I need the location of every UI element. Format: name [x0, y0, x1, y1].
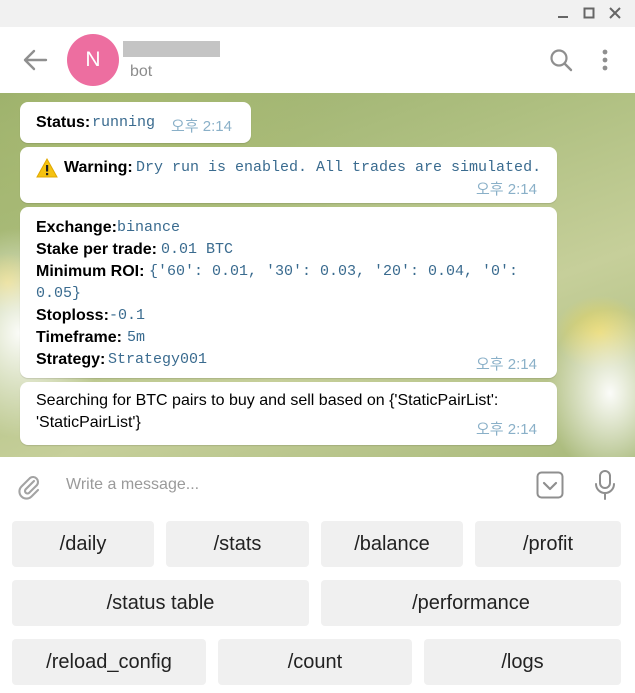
microphone-icon[interactable] — [592, 469, 618, 501]
exchange-label: Exchange: — [36, 219, 117, 236]
message-status: Status: running 오후 2:14 — [20, 102, 251, 143]
message-time: 오후 2:14 — [476, 356, 537, 373]
warning-text: Dry run is enabled. All trades are simul… — [136, 159, 542, 176]
warning-label: Warning: — [64, 159, 133, 176]
bot-keyboard-icon[interactable] — [535, 470, 565, 500]
command-button-count[interactable]: /count — [218, 639, 412, 685]
chat-header: N bot — [0, 27, 635, 93]
message-time: 오후 2:14 — [171, 118, 232, 135]
message-time: 오후 2:14 — [476, 181, 537, 198]
message-search: Searching for BTC pairs to buy and sell … — [20, 382, 557, 445]
roi-value-line1: {'60': 0.01, '30': 0.03, '20': 0.04, '0'… — [149, 263, 519, 280]
message-input[interactable]: Write a message... — [66, 476, 199, 494]
status-value: running — [92, 114, 156, 131]
close-icon[interactable] — [604, 2, 626, 24]
exchange-value: binance — [117, 219, 181, 236]
stake-value: 0.01 BTC — [161, 241, 234, 258]
timeframe-label: Timeframe: — [36, 329, 122, 346]
stoploss-label: Stoploss: — [36, 307, 109, 324]
maximize-icon[interactable] — [578, 2, 600, 24]
minimize-icon[interactable] — [552, 2, 574, 24]
stoploss-value: -0.1 — [109, 307, 146, 324]
command-button-logs[interactable]: /logs — [424, 639, 621, 685]
strategy-label: Strategy: — [36, 351, 106, 368]
more-vertical-icon[interactable] — [594, 47, 616, 73]
command-button-daily[interactable]: /daily — [12, 521, 154, 567]
stake-label: Stake per trade: — [36, 241, 157, 258]
warning-icon — [36, 157, 58, 179]
avatar[interactable]: N — [67, 34, 119, 86]
avatar-letter: N — [85, 48, 101, 71]
search-icon[interactable] — [548, 47, 574, 73]
back-arrow-icon[interactable] — [20, 46, 50, 74]
message-composer: Write a message... — [0, 457, 635, 514]
roi-label: Minimum ROI: — [36, 263, 145, 280]
redacted-chat-name — [123, 41, 220, 57]
search-message-line1: Searching for BTC pairs to buy and sell … — [36, 392, 499, 409]
attach-icon[interactable] — [15, 472, 43, 500]
timeframe-value: 5m — [127, 329, 146, 346]
chat-subtitle: bot — [130, 63, 153, 80]
command-button-performance[interactable]: /performance — [321, 580, 621, 626]
command-button-profit[interactable]: /profit — [475, 521, 621, 567]
chat-history[interactable]: Status: running 오후 2:14 Warning: Dry run… — [0, 93, 635, 457]
search-message-line2: 'StaticPairList'} — [36, 414, 141, 431]
message-time: 오후 2:14 — [476, 421, 537, 438]
strategy-value: Strategy001 — [108, 351, 208, 368]
message-config: Exchange: binance Stake per trade: 0.01 … — [20, 207, 557, 378]
command-button-stats[interactable]: /stats — [166, 521, 309, 567]
command-button-status-table[interactable]: /status table — [12, 580, 309, 626]
command-button-reload-config[interactable]: /reload_config — [12, 639, 206, 685]
command-button-balance[interactable]: /balance — [321, 521, 463, 567]
status-label: Status: — [36, 114, 91, 131]
bot-command-keyboard: /daily /stats /balance /profit /status t… — [0, 514, 635, 693]
window-titlebar — [0, 0, 635, 27]
roi-value-line2: 0.05} — [36, 285, 82, 302]
message-warning: Warning: Dry run is enabled. All trades … — [20, 147, 557, 203]
